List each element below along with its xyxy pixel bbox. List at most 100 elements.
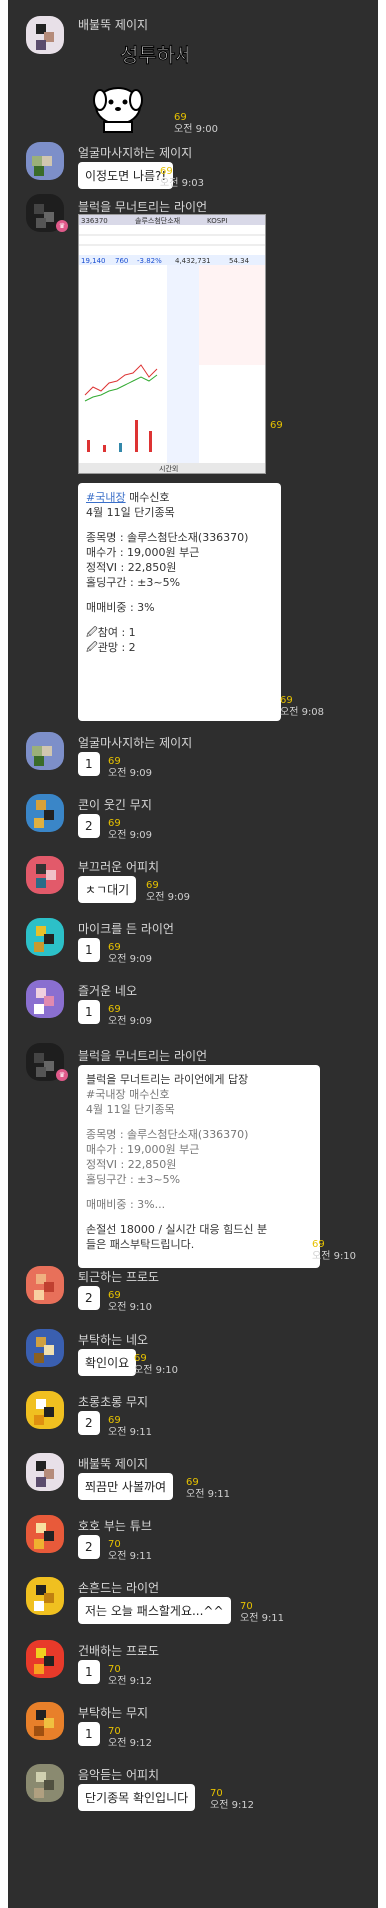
- message-meta: 69 오전 9:09: [108, 756, 152, 780]
- sender-name: 퇴근하는 프로도: [78, 1270, 160, 1284]
- timestamp: 오전 9:09: [108, 768, 153, 779]
- timestamp: 오전 9:11: [240, 1613, 285, 1624]
- message-meta: 69 오전 9:11: [108, 1415, 152, 1439]
- avatar[interactable]: [26, 794, 64, 832]
- avatar[interactable]: [26, 142, 64, 180]
- stock-screenshot-image[interactable]: 336370 솔루스첨단소재 KOSPI 19,140 760 -3.82% 4…: [78, 214, 266, 474]
- timestamp: 오전 9:11: [186, 1489, 231, 1500]
- message-bubble[interactable]: 1: [78, 1722, 100, 1746]
- message-bubble[interactable]: 저는 오늘 패스할게요...^^: [78, 1597, 231, 1624]
- stock-code: 336370: [81, 217, 108, 225]
- unread-count: 69: [108, 942, 121, 953]
- message-bubble[interactable]: 1: [78, 1660, 100, 1684]
- reply-body: 들은 패스부탁드립니다.: [86, 1238, 195, 1251]
- message-meta: 69 오전 9:09: [146, 880, 190, 904]
- avatar[interactable]: [26, 732, 64, 770]
- card-title: 매수신호: [125, 491, 170, 504]
- message-meta: 69 오전 9:03: [160, 166, 204, 190]
- sender-name: 배불뚝 제이지: [78, 18, 149, 32]
- card-line: 홀딩구간 : ±3~5%: [86, 576, 181, 589]
- stock-price: 19,140: [81, 257, 106, 265]
- message-bubble[interactable]: 2: [78, 814, 100, 838]
- watch-count[interactable]: 🖉관망 : 2: [86, 640, 273, 655]
- quoted-line: 매수가 : 19,000원 부근: [86, 1143, 200, 1156]
- message-meta: 69 오전 9:09: [108, 1004, 152, 1028]
- unread-count: 69: [108, 1290, 121, 1301]
- sticker-image[interactable]: 성투하세요: [78, 38, 213, 134]
- message-meta: 69: [270, 420, 283, 432]
- hashtag-link[interactable]: #국내장: [86, 491, 126, 504]
- sender-name: 콘이 웃긴 무지: [78, 798, 152, 812]
- timestamp: 오전 9:09: [108, 830, 153, 841]
- unread-count: 69: [108, 756, 121, 767]
- sender-name: 배불뚝 제이지: [78, 1457, 149, 1471]
- join-count[interactable]: 🖉참여 : 1: [86, 625, 273, 640]
- avatar[interactable]: [26, 1266, 64, 1304]
- card-line: 매매비중 : 3%: [86, 601, 155, 614]
- unread-count: 69: [186, 1477, 199, 1488]
- card-line: 4월 11일 단기종목: [86, 506, 175, 519]
- card-line: 매수가 : 19,000원 부근: [86, 546, 200, 559]
- unread-count: 69: [108, 818, 121, 829]
- avatar[interactable]: [26, 1329, 64, 1367]
- message-bubble[interactable]: 2: [78, 1286, 100, 1310]
- message-bubble[interactable]: 1: [78, 752, 100, 776]
- message-meta: 69 오전 9:11: [186, 1477, 230, 1501]
- message-bubble[interactable]: 1: [78, 938, 100, 962]
- avatar[interactable]: [26, 1640, 64, 1678]
- avatar[interactable]: [26, 1515, 64, 1553]
- avatar[interactable]: [26, 1764, 64, 1802]
- reply-card[interactable]: 블럭을 무너트리는 라이언에게 답장 #국내장 매수신호 4월 11일 단기종목…: [78, 1065, 320, 1268]
- unread-count: 69: [312, 1239, 325, 1250]
- avatar[interactable]: [26, 1391, 64, 1429]
- stock-rate: -3.82%: [137, 257, 162, 265]
- sender-name: 음악듣는 어피치: [78, 1768, 160, 1782]
- sender-name: 마이크를 든 라이언: [78, 922, 174, 936]
- unread-count: 69: [280, 695, 293, 706]
- message-meta: 70 오전 9:11: [240, 1601, 284, 1625]
- sender-name: 부탁하는 무지: [78, 1706, 149, 1720]
- sticker-caption: 성투하세요: [120, 43, 188, 67]
- message-meta: 69 오전 9:09: [108, 942, 152, 966]
- message-bubble[interactable]: 이정도면 나름?!: [78, 162, 174, 189]
- avatar[interactable]: [26, 1702, 64, 1740]
- message-meta: 69 오전 9:09: [108, 818, 152, 842]
- message-bubble[interactable]: 1: [78, 1000, 100, 1024]
- quoted-line: 매매비중 : 3%...: [86, 1198, 166, 1211]
- unread-count: 70: [108, 1664, 121, 1675]
- message-meta: 69 오전 9:08: [280, 695, 324, 719]
- message-bubble[interactable]: 확인이요: [78, 1349, 137, 1376]
- message-bubble[interactable]: ㅊㄱ대기: [78, 876, 137, 903]
- message-meta: 69 오전 9:10: [312, 1239, 356, 1263]
- avatar[interactable]: [26, 16, 64, 54]
- unread-count: 70: [108, 1726, 121, 1737]
- avatar[interactable]: [26, 918, 64, 956]
- timestamp: 오전 9:03: [160, 178, 205, 189]
- stock-name: 솔루스첨단소재: [135, 216, 180, 225]
- timestamp: 오전 9:11: [108, 1551, 153, 1562]
- time-label: 시간외: [159, 464, 178, 473]
- message-meta: 70 오전 9:12: [210, 1788, 254, 1812]
- chat-room[interactable]: 배불뚝 제이지 성투하세요 69 오전 9:00 얼굴마사지하는 제이지: [8, 0, 378, 1908]
- avatar[interactable]: [26, 856, 64, 894]
- avatar[interactable]: [26, 980, 64, 1018]
- host-crown-icon: ♛: [56, 220, 68, 232]
- message-card[interactable]: #국내장 매수신호 4월 11일 단기종목 종목명 : 솔루스첨단소재(3363…: [78, 483, 281, 721]
- message-bubble[interactable]: 2: [78, 1411, 100, 1435]
- sender-name: 부탁하는 네오: [78, 1333, 149, 1347]
- message-bubble[interactable]: 단기종목 확인입니다: [78, 1784, 196, 1811]
- sender-name: 손흔드는 라이언: [78, 1581, 160, 1595]
- timestamp: 오전 9:08: [280, 707, 325, 718]
- stock-change: 760: [115, 257, 128, 265]
- avatar[interactable]: [26, 1577, 64, 1615]
- timestamp: 오전 9:09: [108, 1016, 153, 1027]
- timestamp: 오전 9:12: [210, 1800, 255, 1811]
- sender-name: 얼굴마사지하는 제이지: [78, 736, 193, 750]
- unread-count: 70: [240, 1601, 253, 1612]
- sender-name: 얼굴마사지하는 제이지: [78, 146, 193, 160]
- timestamp: 오전 9:09: [146, 892, 191, 903]
- message-bubble[interactable]: 쬐끔만 사볼까여: [78, 1473, 174, 1500]
- message-bubble[interactable]: 2: [78, 1535, 100, 1559]
- timestamp: 오전 9:10: [312, 1251, 357, 1262]
- avatar[interactable]: [26, 1453, 64, 1491]
